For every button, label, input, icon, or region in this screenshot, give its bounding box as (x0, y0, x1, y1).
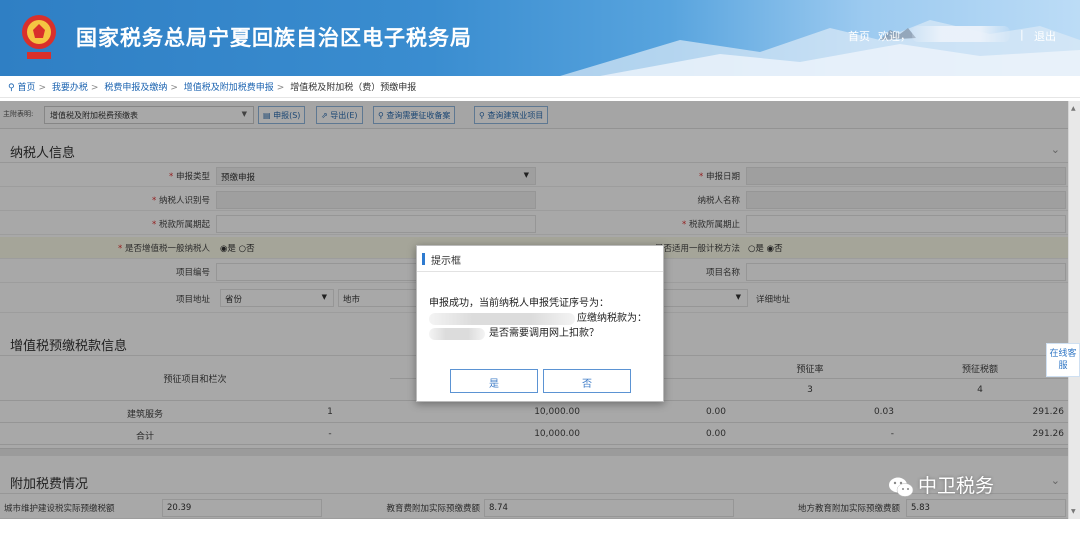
dialog-header: 提示框 (417, 246, 663, 272)
header-separator: | (1020, 28, 1024, 41)
dialog-line-1: 申报成功，当前纳税人申报凭证序号为： (429, 298, 609, 309)
wechat-watermark: 中卫税务 (888, 471, 994, 498)
dialog-title: 提示框 (431, 256, 461, 267)
redacted-serial (429, 313, 575, 325)
site-title: 国家税务总局宁夏回族自治区电子税务局 (76, 26, 472, 50)
breadcrumb: ⚲ 首页 > 我要办税 > 税费申报及缴纳 > 增值税及附加税费申报 > 增值税及附加税… (0, 76, 1080, 98)
scroll-down-icon[interactable]: ▼ (1071, 508, 1076, 515)
location-pin-icon: ⚲ (8, 83, 15, 93)
confirm-yes-button[interactable]: 是 (450, 369, 538, 393)
crumb-vat[interactable]: 增值税及附加税费申报 (184, 83, 274, 93)
crumb-current: 增值税及附加税（费）预缴申报 (290, 83, 417, 93)
crumb-tax[interactable]: 我要办税 (52, 83, 88, 93)
watermark-text: 中卫税务 (918, 475, 995, 497)
dialog-message: 申报成功，当前纳税人申报凭证序号为： 应缴纳税款为： 是否需要调用网上扣款？ (429, 296, 655, 341)
redacted-username (912, 26, 1010, 42)
tax-emblem-icon (22, 15, 56, 59)
top-banner: 国家税务总局宁夏回族自治区电子税务局 首页 欢迎， | 退出 (0, 0, 1080, 76)
title-accent-bar (422, 253, 425, 265)
page-footer (0, 519, 1080, 534)
home-link[interactable]: 首页 (848, 28, 870, 44)
dialog-line-2: 应缴纳税款为： (429, 311, 655, 326)
crumb-home[interactable]: 首页 (17, 83, 35, 93)
online-service-button[interactable]: 在线客服 (1046, 343, 1080, 377)
vertical-scrollbar[interactable]: ▲ ▼ (1068, 101, 1080, 519)
welcome-text: 欢迎， (878, 30, 911, 43)
prompt-dialog: 提示框 申报成功，当前纳税人申报凭证序号为： 应缴纳税款为： 是否需要调用网上扣… (416, 245, 664, 402)
logout-link[interactable]: 退出 (1034, 28, 1056, 44)
redacted-amount (429, 328, 485, 340)
crumb-declare[interactable]: 税费申报及缴纳 (104, 83, 167, 93)
confirm-no-button[interactable]: 否 (543, 369, 631, 393)
scroll-up-icon[interactable]: ▲ (1071, 105, 1076, 112)
wechat-icon (889, 477, 914, 497)
dialog-line-3: 是否需要调用网上扣款？ (429, 326, 655, 341)
online-service-label: 在线客服 (1049, 349, 1077, 371)
